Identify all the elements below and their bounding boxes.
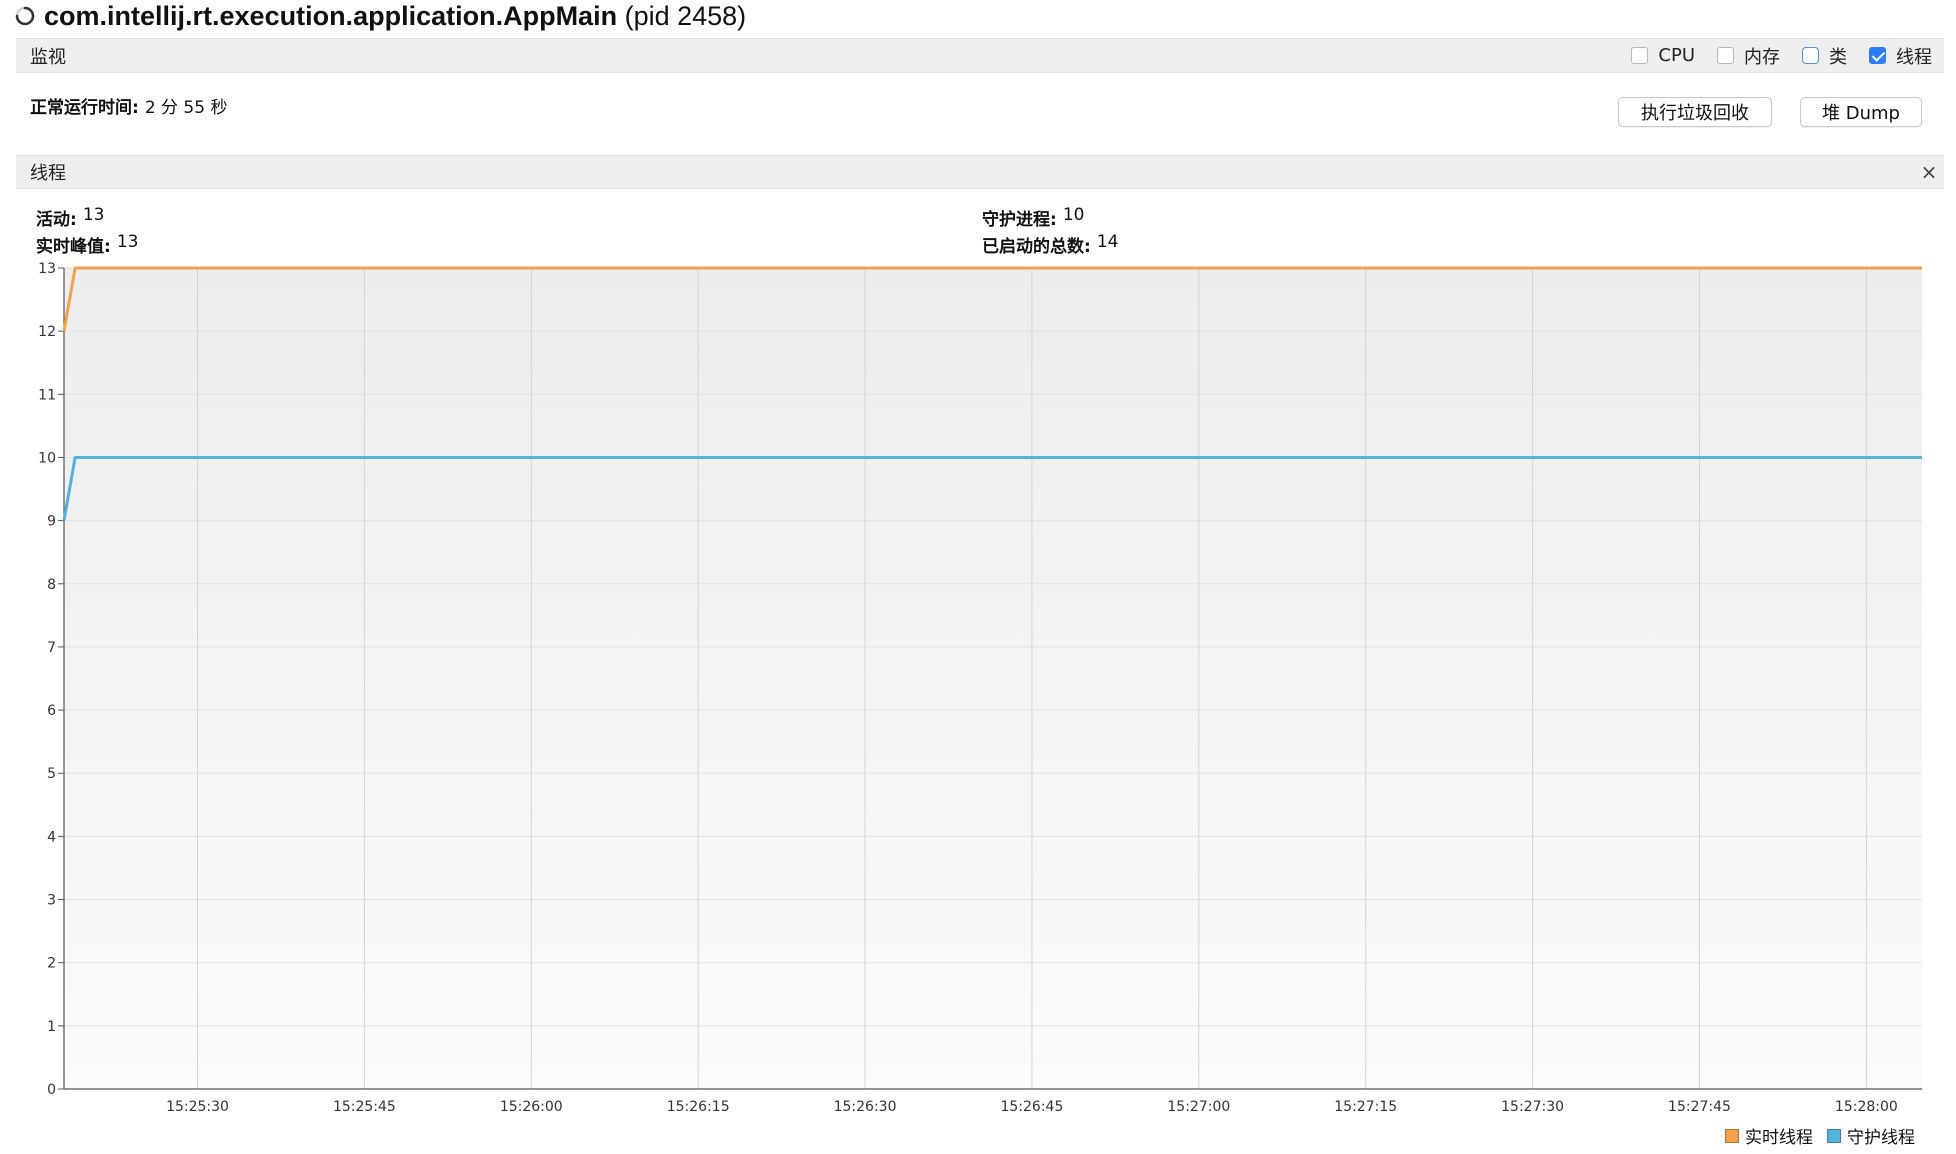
y-tick-label: 4 xyxy=(47,829,56,845)
y-tick-label: 2 xyxy=(47,956,56,972)
y-tick-label: 5 xyxy=(47,766,56,782)
y-tick-label: 9 xyxy=(47,514,56,530)
legend-swatch-daemon xyxy=(1827,1128,1841,1143)
y-tick-label: 3 xyxy=(47,893,56,909)
x-tick-label: 15:26:00 xyxy=(500,1099,563,1115)
y-tick-label: 0 xyxy=(47,1082,56,1098)
x-tick-label: 15:26:45 xyxy=(1000,1099,1063,1115)
x-tick-label: 15:26:15 xyxy=(667,1099,730,1115)
legend-swatch-live xyxy=(1725,1128,1739,1143)
x-tick-labels: 15:25:30 15:25:45 15:26:00 15:26:15 15:26:30… xyxy=(166,1099,1898,1115)
y-tick-label: 11 xyxy=(38,387,56,403)
y-tick-label: 7 xyxy=(47,640,56,656)
x-tick-label: 15:25:30 xyxy=(166,1099,229,1115)
legend-label-live: 实时线程 xyxy=(1745,1128,1813,1148)
legend-label-daemon: 守护线程 xyxy=(1847,1128,1915,1148)
y-tick-label: 12 xyxy=(38,324,56,340)
y-tick-labels: 012345678910111213 xyxy=(38,261,56,1098)
x-tick-label: 15:27:45 xyxy=(1668,1099,1731,1115)
x-tick-label: 15:27:30 xyxy=(1501,1099,1564,1115)
plot-area xyxy=(64,268,1922,1089)
y-tick-label: 6 xyxy=(47,703,56,719)
x-tick-label: 15:26:30 xyxy=(834,1099,897,1115)
x-tick-label: 15:25:45 xyxy=(333,1099,396,1115)
x-tick-label: 15:27:00 xyxy=(1167,1099,1230,1115)
y-tick-label: 1 xyxy=(47,1019,56,1035)
legend-item-daemon: 守护线程 xyxy=(1827,1123,1915,1148)
y-tick-label: 8 xyxy=(47,577,56,593)
y-tick-label: 13 xyxy=(38,261,56,277)
x-tick-label: 15:28:00 xyxy=(1835,1099,1898,1115)
threads-chart: 012345678910111213 15:25:30 15:25:45 15:26… xyxy=(38,261,1922,1115)
x-tick-label: 15:27:15 xyxy=(1334,1099,1397,1115)
chart-legend: 实时线程 守护线程 xyxy=(1725,1123,1915,1148)
legend-item-live: 实时线程 xyxy=(1725,1123,1813,1148)
y-tick-label: 10 xyxy=(38,450,56,466)
